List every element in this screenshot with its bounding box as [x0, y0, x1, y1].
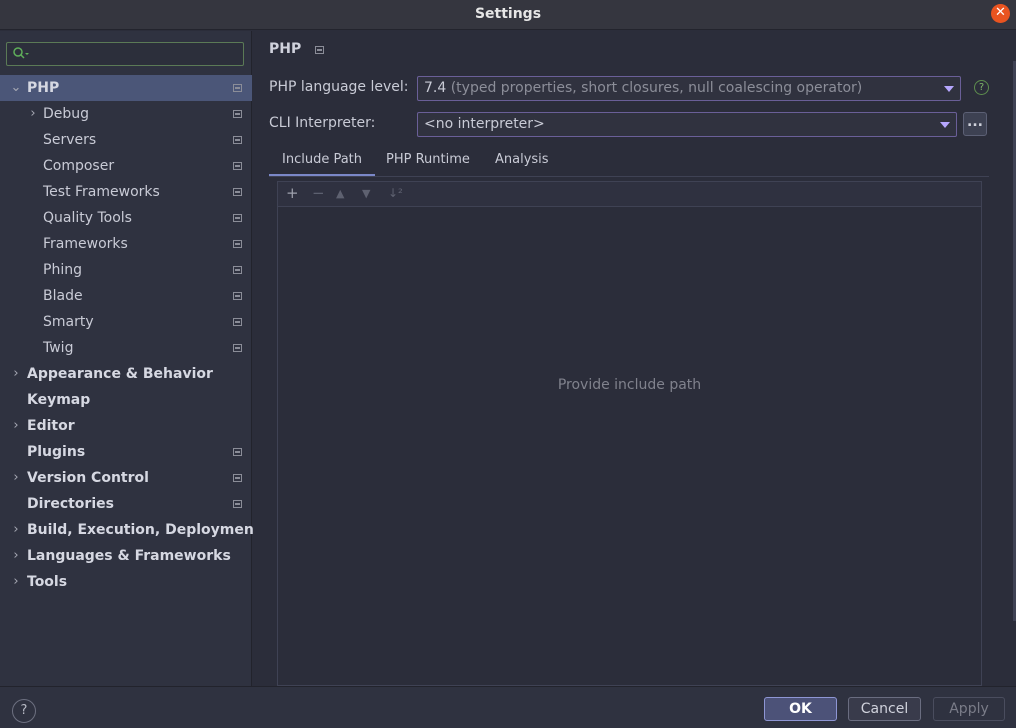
- chevron-right-icon[interactable]: ›: [10, 465, 22, 491]
- tab-bar: Include Path PHP Runtime Analysis: [268, 148, 989, 177]
- tab-analysis[interactable]: Analysis: [495, 152, 549, 167]
- chevron-down-icon: [944, 86, 954, 92]
- chevron-right-icon[interactable]: ›: [10, 517, 22, 543]
- sidebar-item-smarty[interactable]: Smarty: [0, 309, 252, 335]
- sidebar-item-label: Build, Execution, Deployment: [27, 522, 261, 538]
- sidebar-item-label: Tools: [27, 574, 68, 590]
- language-level-dropdown[interactable]: 7.4 (typed properties, short closures, n…: [417, 76, 961, 101]
- sidebar-item-label: Debug: [43, 106, 90, 122]
- project-level-icon: [233, 474, 242, 482]
- sidebar-item-debug[interactable]: › Debug: [0, 101, 252, 127]
- project-level-icon: [233, 214, 242, 222]
- cli-interpreter-value: <no interpreter>: [424, 116, 545, 132]
- sidebar-item-languages-frameworks[interactable]: › Languages & Frameworks: [0, 543, 252, 569]
- title-bar: Settings ✕: [0, 0, 1016, 30]
- sidebar-item-php[interactable]: ⌄ PHP: [0, 75, 252, 101]
- sidebar-item-label: Twig: [43, 340, 74, 356]
- settings-tree: ⌄ PHP › Debug Servers Composer Test Frameworks…: [0, 75, 261, 595]
- project-level-icon: [233, 344, 242, 352]
- sidebar-item-quality-tools[interactable]: Quality Tools: [0, 205, 252, 231]
- page-title: PHP: [269, 41, 302, 57]
- window-title: Settings: [474, 6, 542, 22]
- sidebar-item-plugins[interactable]: Plugins: [0, 439, 252, 465]
- chevron-right-icon[interactable]: ›: [10, 361, 22, 387]
- apply-button[interactable]: Apply: [933, 697, 1005, 721]
- chevron-right-icon[interactable]: ›: [27, 101, 39, 127]
- help-button[interactable]: ?: [12, 699, 36, 723]
- ok-button[interactable]: OK: [764, 697, 837, 721]
- settings-sidebar: ⌄ PHP › Debug Servers Composer Test Frameworks…: [0, 31, 261, 686]
- project-level-icon: [233, 84, 242, 92]
- cli-interpreter-dropdown[interactable]: <no interpreter>: [417, 112, 957, 137]
- sidebar-item-directories[interactable]: Directories: [0, 491, 252, 517]
- sidebar-item-label: Frameworks: [43, 236, 128, 252]
- sidebar-item-build-execution-deployment[interactable]: › Build, Execution, Deployment: [0, 517, 260, 543]
- include-path-toolbar: + − ▲ ▼ ↓²: [278, 182, 981, 207]
- sidebar-item-twig[interactable]: Twig: [0, 335, 252, 361]
- project-level-icon: [233, 162, 242, 170]
- sidebar-item-label: Directories: [27, 496, 114, 512]
- move-down-icon[interactable]: ▼: [362, 187, 370, 200]
- project-level-icon: [233, 318, 242, 326]
- sidebar-item-editor[interactable]: › Editor: [0, 413, 252, 439]
- sidebar-item-label: Smarty: [43, 314, 94, 330]
- settings-content: PHP PHP language level: 7.4 (typed prope…: [253, 31, 1016, 686]
- sidebar-item-label: Phing: [43, 262, 82, 278]
- chevron-right-icon[interactable]: ›: [10, 543, 22, 569]
- chevron-right-icon[interactable]: ›: [10, 413, 22, 439]
- sidebar-item-test-frameworks[interactable]: Test Frameworks: [0, 179, 252, 205]
- sidebar-item-label: Languages & Frameworks: [27, 548, 231, 564]
- sidebar-item-label: Quality Tools: [43, 210, 132, 226]
- sidebar-item-servers[interactable]: Servers: [0, 127, 252, 153]
- add-icon[interactable]: +: [286, 184, 299, 202]
- project-level-icon: [315, 46, 324, 54]
- sort-icon[interactable]: ↓²: [388, 186, 403, 200]
- project-level-icon: [233, 240, 242, 248]
- project-level-icon: [233, 188, 242, 196]
- project-level-icon: [233, 500, 242, 508]
- sidebar-item-label: Appearance & Behavior: [27, 366, 213, 382]
- sidebar-item-keymap[interactable]: Keymap: [0, 387, 252, 413]
- help-icon[interactable]: ?: [974, 80, 989, 95]
- search-input[interactable]: [6, 42, 244, 66]
- cancel-button[interactable]: Cancel: [848, 697, 921, 721]
- sidebar-item-label: Blade: [43, 288, 83, 304]
- search-icon: [13, 47, 29, 59]
- remove-icon[interactable]: −: [312, 184, 325, 202]
- project-level-icon: [233, 292, 242, 300]
- sidebar-item-label: Plugins: [27, 444, 86, 460]
- sidebar-item-label: Editor: [27, 418, 75, 434]
- browse-interpreter-button[interactable]: ...: [963, 112, 987, 136]
- tab-php-runtime[interactable]: PHP Runtime: [386, 152, 470, 167]
- sidebar-item-phing[interactable]: Phing: [0, 257, 252, 283]
- project-level-icon: [233, 110, 242, 118]
- chevron-down-icon[interactable]: ⌄: [10, 75, 22, 101]
- sidebar-item-blade[interactable]: Blade: [0, 283, 252, 309]
- tab-include-path[interactable]: Include Path: [268, 152, 376, 176]
- sidebar-item-label: PHP: [27, 80, 60, 96]
- chevron-down-icon: [940, 122, 950, 128]
- sidebar-item-composer[interactable]: Composer: [0, 153, 252, 179]
- language-level-value: 7.4 (typed properties, short closures, n…: [424, 80, 863, 96]
- project-level-icon: [233, 266, 242, 274]
- sidebar-item-label: Servers: [43, 132, 97, 148]
- cli-interpreter-label: CLI Interpreter:: [269, 115, 376, 131]
- move-up-icon[interactable]: ▲: [336, 187, 344, 200]
- language-level-label: PHP language level:: [269, 79, 409, 95]
- sidebar-item-appearance-behavior[interactable]: › Appearance & Behavior: [0, 361, 252, 387]
- dialog-footer: ? OK Cancel Apply: [0, 686, 1016, 728]
- sidebar-item-frameworks[interactable]: Frameworks: [0, 231, 252, 257]
- sidebar-item-label: Composer: [43, 158, 115, 174]
- chevron-right-icon[interactable]: ›: [10, 569, 22, 595]
- project-level-icon: [233, 448, 242, 456]
- project-level-icon: [233, 136, 242, 144]
- include-path-panel: + − ▲ ▼ ↓² Provide include path: [277, 181, 982, 686]
- sidebar-item-tools[interactable]: › Tools: [0, 569, 252, 595]
- sidebar-item-label: Version Control: [27, 470, 149, 486]
- close-icon[interactable]: ✕: [991, 4, 1010, 23]
- sidebar-item-version-control[interactable]: › Version Control: [0, 465, 252, 491]
- sidebar-item-label: Keymap: [27, 392, 91, 408]
- sidebar-item-label: Test Frameworks: [43, 184, 160, 200]
- empty-state-text: Provide include path: [557, 377, 702, 393]
